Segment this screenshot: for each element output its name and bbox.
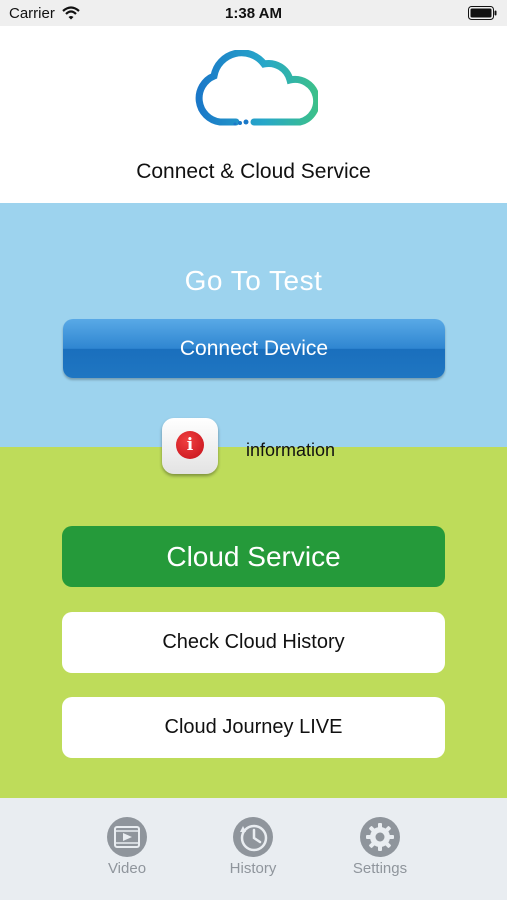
battery-icon bbox=[468, 6, 498, 24]
information-label: information bbox=[246, 440, 336, 460]
status-bar: Carrier 1:38 AM bbox=[0, 0, 507, 26]
information-button[interactable]: i bbox=[162, 418, 218, 474]
app-title: Connect & Cloud Service bbox=[136, 160, 371, 183]
tab-video-label: Video bbox=[107, 860, 147, 877]
go-to-test-heading: Go To Test bbox=[184, 265, 323, 296]
cloud-service-button[interactable]: Cloud Service bbox=[62, 526, 445, 587]
history-clock-icon bbox=[232, 816, 274, 858]
info-icon: i bbox=[176, 431, 204, 459]
cloud-logo-icon bbox=[190, 49, 321, 137]
tab-history[interactable]: History bbox=[193, 816, 313, 877]
video-icon bbox=[106, 816, 148, 858]
connect-device-button[interactable]: Connect Device bbox=[63, 319, 445, 378]
tab-settings-label: Settings bbox=[352, 860, 408, 877]
app-header: Connect & Cloud Service bbox=[0, 26, 507, 203]
tab-bar: Video History Settings bbox=[0, 798, 507, 900]
check-cloud-history-button[interactable]: Check Cloud History bbox=[62, 612, 445, 673]
tab-history-label: History bbox=[229, 860, 277, 877]
tab-settings[interactable]: Settings bbox=[320, 816, 440, 877]
tab-video[interactable]: Video bbox=[67, 816, 187, 877]
gear-icon bbox=[359, 816, 401, 858]
clock-time: 1:38 AM bbox=[225, 5, 282, 22]
test-section: Go To Test Connect Device bbox=[0, 203, 507, 447]
cloud-journey-live-button[interactable]: Cloud Journey LIVE bbox=[62, 697, 445, 758]
